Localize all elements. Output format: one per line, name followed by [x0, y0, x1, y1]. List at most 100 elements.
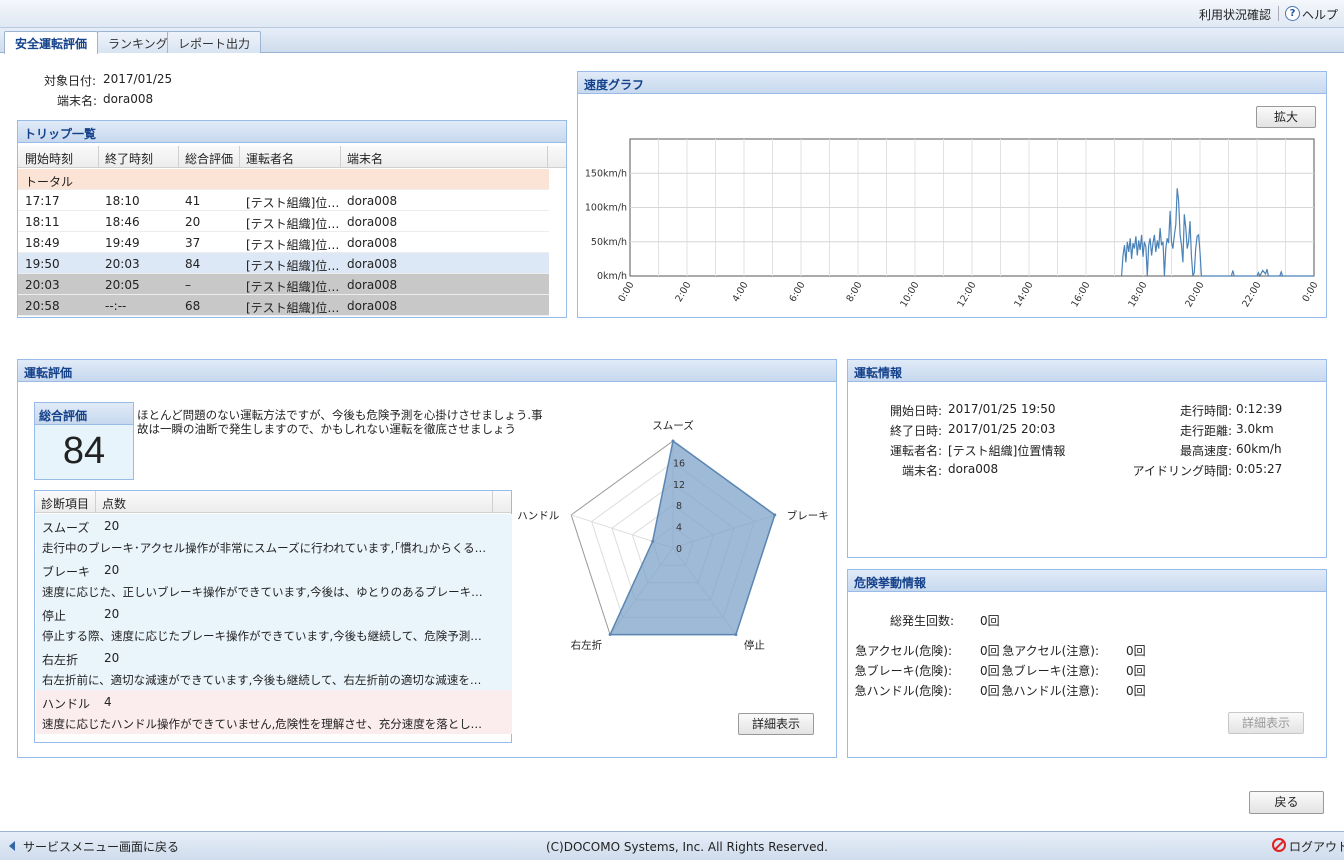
radar-tick-label: 16: [673, 458, 685, 469]
radar-value-area: [608, 439, 776, 636]
trip-cell-terminal: dora008: [347, 236, 398, 250]
danger-value: 0回: [1126, 684, 1146, 698]
col-start[interactable]: 開始時刻: [25, 150, 73, 167]
drive-info-value: 2017/01/25 19:50: [948, 402, 1056, 416]
radar-point: [671, 439, 675, 443]
danger-label: 急ブレーキ(危険):: [854, 664, 952, 678]
trip-row[interactable]: 19:50 20:03 84 [テスト組織]位… dora008: [18, 253, 549, 274]
radar-point: [773, 513, 777, 517]
diag-item-name: 停止: [42, 609, 67, 623]
diag-item-score: 20: [104, 607, 120, 621]
trip-cell-terminal: dora008: [347, 278, 398, 292]
diagnosis-grid: 診断項目 点数 スムーズ 20 走行中のブレーキ･アクセル操作が非常にスムーズに行わ…: [34, 490, 512, 743]
diagnosis-header: 診断項目 点数: [35, 491, 511, 513]
col-score[interactable]: 総合評価: [185, 150, 233, 167]
col-item[interactable]: 診断項目: [41, 495, 89, 512]
radar-point: [651, 539, 655, 543]
date-value: 2017/01/25: [103, 72, 173, 86]
diagnosis-row[interactable]: スムーズ 20 走行中のブレーキ･アクセル操作が非常にスムーズに行われています,｢慣…: [36, 514, 512, 558]
danger-value: 0回: [980, 644, 1000, 658]
diagnosis-row[interactable]: 右左折 20 右左折前に、適切な減速ができています,今後も継続して、右左折前の適切な…: [36, 646, 512, 690]
drive-info-label: 端末名:: [901, 464, 942, 478]
drive-info-value: [テスト組織]位置情報: [948, 444, 1066, 458]
danger-title: 危険挙動情報: [848, 570, 1326, 592]
col-terminal[interactable]: 端末名: [347, 150, 383, 167]
danger-label: 急アクセル(危険):: [855, 644, 952, 658]
x-tick-label: 16:00: [1069, 280, 1092, 309]
diagnosis-row[interactable]: ハンドル 4 速度に応じたハンドル操作ができていません,危険性を理解させ、充分速度を…: [36, 690, 512, 734]
help-link[interactable]: ヘルプ: [1302, 6, 1338, 23]
x-tick-label: 8:00: [844, 280, 864, 304]
x-tick-label: 14:00: [1012, 280, 1035, 309]
trip-row[interactable]: 17:17 18:10 41 [テスト組織]位… dora008: [18, 190, 549, 211]
tab-report[interactable]: レポート出力: [167, 31, 262, 53]
trip-cell-score: 84: [185, 257, 201, 271]
trip-cell-terminal: dora008: [347, 257, 398, 271]
col-points[interactable]: 点数: [102, 495, 126, 512]
back-arrow-icon: [9, 841, 15, 851]
x-tick-label: 18:00: [1126, 280, 1149, 309]
speed-graph-panel: 速度グラフ 拡大 0km/h 50km/h 100km/h 150km/h 0:00 2:…: [577, 71, 1327, 318]
trip-row[interactable]: 20:58 --:-- 68 [テスト組織]位… dora008: [18, 295, 549, 316]
drive-info-value: 0:12:39: [1236, 402, 1283, 416]
trip-cell-end: 20:03: [105, 257, 140, 271]
trip-grid-header: 開始時刻 終了時刻 総合評価 運転者名 端末名: [18, 146, 566, 168]
drive-info-panel: 運転情報 開始日時: 2017/01/25 19:50 終了日時: 2017/01/2…: [847, 359, 1327, 558]
drive-info-label: 最高速度:: [1179, 444, 1232, 458]
trip-cell-start: 20:58: [25, 299, 60, 313]
terminal-value: dora008: [103, 92, 154, 106]
usage-link[interactable]: 利用状況確認: [1199, 6, 1271, 23]
trip-row[interactable]: 18:49 19:49 37 [テスト組織]位… dora008: [18, 232, 549, 253]
diag-item-text: 停止する際、速度に応じたブレーキ操作ができています,今後も継続して、危険予測と速…: [42, 629, 490, 643]
trip-cell-end: --:--: [105, 299, 127, 313]
danger-label: 急ブレーキ(注意):: [1001, 664, 1099, 678]
danger-detail-button[interactable]: 詳細表示: [1228, 712, 1304, 734]
trip-list-title: トリップ一覧: [18, 121, 566, 143]
drive-info-value: dora008: [948, 462, 999, 476]
diag-item-score: 20: [104, 563, 120, 577]
trip-cell-driver: [テスト組織]位…: [246, 196, 340, 210]
logout-icon[interactable]: [1272, 838, 1286, 852]
evaluation-title: 運転評価: [18, 360, 836, 382]
x-tick-label: 4:00: [730, 280, 750, 304]
diag-item-text: 速度に応じた、正しいブレーキ操作ができています,今後は、ゆとりのあるブレーキ操作…: [42, 585, 490, 599]
trip-row[interactable]: 20:03 20:05 – [テスト組織]位… dora008: [18, 274, 549, 295]
diag-item-name: ハンドル: [42, 697, 91, 711]
trip-row[interactable]: 18:11 18:46 20 [テスト組織]位… dora008: [18, 211, 549, 232]
x-tick-label: 0:00: [616, 280, 636, 304]
tab-safety-eval[interactable]: 安全運転評価: [4, 31, 99, 54]
trip-cell-end: 19:49: [105, 236, 140, 250]
trip-cell-start: 17:17: [25, 194, 60, 208]
divider: [1278, 6, 1279, 21]
help-icon[interactable]: ?: [1285, 6, 1300, 21]
footer: サービスメニュー画面に戻る (C)DOCOMO Systems, Inc. Al…: [0, 831, 1344, 860]
service-menu-link[interactable]: サービスメニュー画面に戻る: [23, 838, 179, 855]
trip-cell-end: 20:05: [105, 278, 140, 292]
col-end[interactable]: 終了時刻: [105, 150, 153, 167]
diag-item-text: 走行中のブレーキ･アクセル操作が非常にスムーズに行われています,｢慣れ｣からくる…: [42, 541, 490, 555]
trip-total-row[interactable]: トータル: [18, 169, 549, 190]
drive-info-label: 運転者名:: [889, 444, 942, 458]
danger-total-value: 0回: [980, 614, 1000, 628]
score-label: 総合評価: [35, 403, 133, 425]
diag-item-score: 4: [104, 695, 112, 709]
trip-cell-end: 18:46: [105, 215, 140, 229]
diag-item-name: ブレーキ: [42, 565, 91, 579]
logout-link[interactable]: ログアウト: [1289, 838, 1344, 855]
danger-value: 0回: [980, 664, 1000, 678]
back-button[interactable]: 戻る: [1249, 791, 1324, 814]
zoom-button[interactable]: 拡大: [1256, 106, 1316, 128]
radar-point: [608, 633, 612, 637]
trip-cell-score: 37: [185, 236, 201, 250]
total-label: トータル: [25, 175, 74, 189]
speed-chart: 0km/h 50km/h 100km/h 150km/h 0:00 2:00 4:00 6:0…: [585, 138, 1321, 309]
y-tick-label: 150km/h: [585, 168, 627, 179]
danger-value: 0回: [1126, 644, 1146, 658]
diagnosis-row[interactable]: ブレーキ 20 速度に応じた、正しいブレーキ操作ができています,今後は、ゆとりのある…: [36, 558, 512, 602]
eval-detail-button[interactable]: 詳細表示: [738, 713, 814, 735]
radar-axis-label: 停止: [744, 639, 765, 652]
diag-item-name: 右左折: [42, 653, 79, 667]
trip-cell-driver: [テスト組織]位…: [246, 280, 340, 294]
col-driver[interactable]: 運転者名: [246, 150, 294, 167]
diagnosis-row[interactable]: 停止 20 停止する際、速度に応じたブレーキ操作ができています,今後も継続して、危険…: [36, 602, 512, 646]
